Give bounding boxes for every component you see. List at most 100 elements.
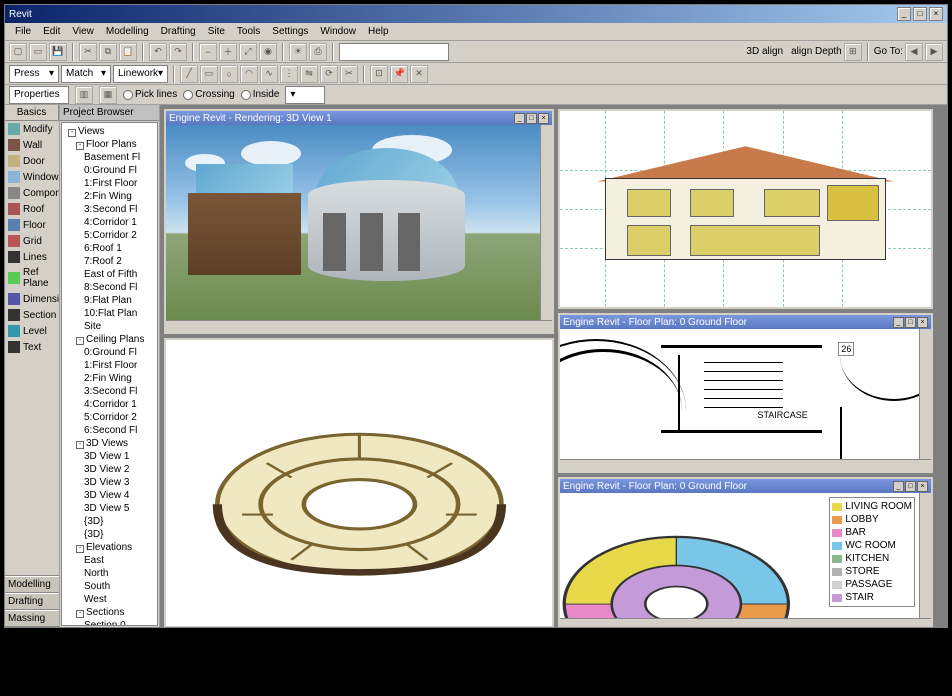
viewport-max-icon[interactable]: □	[526, 113, 537, 124]
palette-item-lines[interactable]: Lines	[5, 249, 59, 265]
viewport-min-icon[interactable]: _	[514, 113, 525, 124]
array-tool-icon[interactable]: ⋮	[280, 65, 298, 83]
viewport-min-icon[interactable]: _	[893, 317, 904, 328]
viewport-close-icon[interactable]: ×	[917, 317, 928, 328]
tree-node[interactable]: 6:Roof 1	[64, 242, 155, 255]
rotate-tool-icon[interactable]: ⟳	[320, 65, 338, 83]
tree-node[interactable]: 7:Roof 2	[64, 255, 155, 268]
palette-item-ref-plane[interactable]: Ref Plane	[5, 265, 59, 291]
palette-tab-drafting[interactable]: Drafting	[5, 593, 59, 610]
palette-tab-massing[interactable]: Massing	[5, 610, 59, 627]
group-tool-icon[interactable]: ⊡	[370, 65, 388, 83]
goto-combo[interactable]	[339, 43, 449, 61]
tree-node[interactable]: West	[64, 593, 155, 606]
cut-icon[interactable]: ✂	[79, 43, 97, 61]
tree-node[interactable]: Basement Fl	[64, 151, 155, 164]
undo-icon[interactable]: ↶	[149, 43, 167, 61]
palette-item-door[interactable]: Door	[5, 153, 59, 169]
menu-file[interactable]: File	[9, 26, 37, 37]
menu-site[interactable]: Site	[202, 26, 231, 37]
tree-node[interactable]: 3D View 3	[64, 476, 155, 489]
tree-node[interactable]: 5:Corridor 2	[64, 411, 155, 424]
save-icon[interactable]: 💾	[49, 43, 67, 61]
line-tool-icon[interactable]: ╱	[180, 65, 198, 83]
radio-inside[interactable]: Inside	[241, 89, 280, 100]
spline-tool-icon[interactable]: ∿	[260, 65, 278, 83]
zoom-out-icon[interactable]: −	[199, 43, 217, 61]
tree-node[interactable]: 3:Second Fl	[64, 385, 155, 398]
tree-node[interactable]: -Elevations	[64, 541, 155, 554]
menu-settings[interactable]: Settings	[266, 26, 314, 37]
scrollbar-horizontal[interactable]	[166, 320, 552, 332]
redo-icon[interactable]: ↷	[169, 43, 187, 61]
palette-item-grid[interactable]: Grid	[5, 233, 59, 249]
tree-node[interactable]: 9:Flat Plan	[64, 294, 155, 307]
tree-node[interactable]: -Views	[64, 125, 155, 138]
tree-node[interactable]: 3D View 1	[64, 450, 155, 463]
scrollbar-vertical[interactable]	[919, 329, 931, 459]
radio-pick-lines[interactable]: Pick lines	[123, 89, 177, 100]
scrollbar-horizontal[interactable]	[560, 618, 931, 627]
palette-item-dimension[interactable]: Dimension	[5, 291, 59, 307]
viewport-min-icon[interactable]: _	[893, 481, 904, 492]
tree-node[interactable]: Section 0	[64, 619, 155, 626]
floorplan-gf-canvas[interactable]: 26 STAIRCASE	[560, 329, 919, 459]
pin-tool-icon[interactable]: 📌	[390, 65, 408, 83]
zoom-in-icon[interactable]: ＋	[219, 43, 237, 61]
tree-node[interactable]: 2:Fin Wing	[64, 372, 155, 385]
view-3d-icon[interactable]: ◉	[259, 43, 277, 61]
properties-button[interactable]: Properties	[9, 86, 69, 104]
tree-node[interactable]: 5:Corridor 2	[64, 229, 155, 242]
tree-node[interactable]: 3D View 5	[64, 502, 155, 515]
tree-node[interactable]: Site	[64, 320, 155, 333]
mode-selector-2[interactable]: Linework▾	[113, 65, 168, 83]
tree-node[interactable]: 2:Fin Wing	[64, 190, 155, 203]
palette-item-level[interactable]: Level	[5, 323, 59, 339]
minimize-button[interactable]: _	[897, 7, 911, 21]
circle-tool-icon[interactable]: ○	[220, 65, 238, 83]
menu-help[interactable]: Help	[362, 26, 395, 37]
align-icon[interactable]: ⊞	[844, 43, 862, 61]
scrollbar-vertical[interactable]	[919, 493, 931, 618]
tree-node[interactable]: 0:Ground Fl	[64, 346, 155, 359]
new-file-icon[interactable]: ▢	[9, 43, 27, 61]
section-canvas[interactable]	[560, 111, 931, 307]
scrollbar-horizontal[interactable]	[560, 459, 931, 471]
tree-node[interactable]: -3D Views	[64, 437, 155, 450]
trim-tool-icon[interactable]: ✂	[340, 65, 358, 83]
project-browser-tree[interactable]: -Views-Floor PlansBasement Fl 0:Ground Fl…	[61, 122, 158, 626]
viewport-max-icon[interactable]: □	[905, 481, 916, 492]
rect-tool-icon[interactable]: ▭	[200, 65, 218, 83]
tree-node[interactable]: 3D View 2	[64, 463, 155, 476]
zoom-fit-icon[interactable]: ⤢	[239, 43, 257, 61]
tree-node[interactable]: 8:Second Fl	[64, 281, 155, 294]
menu-tools[interactable]: Tools	[231, 26, 266, 37]
maximize-button[interactable]: □	[913, 7, 927, 21]
palette-item-floor[interactable]: Floor	[5, 217, 59, 233]
menu-window[interactable]: Window	[314, 26, 362, 37]
render-icon[interactable]: ☀	[289, 43, 307, 61]
palette-item-window[interactable]: Window	[5, 169, 59, 185]
tree-node[interactable]: 3:Second Fl	[64, 203, 155, 216]
tree-node[interactable]: 3D View 4	[64, 489, 155, 502]
menu-edit[interactable]: Edit	[37, 26, 66, 37]
palette-item-section[interactable]: Section	[5, 307, 59, 323]
palette-tab-modelling[interactable]: Modelling	[5, 576, 59, 593]
tree-node[interactable]: 10:Flat Plan	[64, 307, 155, 320]
area-plan-canvas[interactable]: LIVING ROOMLOBBYBARWC ROOMKITCHENSTOREPA…	[560, 493, 919, 618]
close-button[interactable]: ×	[929, 7, 943, 21]
select-all-icon[interactable]: ▦	[99, 86, 117, 104]
scrollbar-vertical[interactable]	[540, 125, 552, 320]
3d-canvas[interactable]	[166, 340, 552, 626]
tree-node[interactable]: 4:Corridor 1	[64, 216, 155, 229]
tree-node[interactable]: -Ceiling Plans	[64, 333, 155, 346]
tree-node[interactable]: -Floor Plans	[64, 138, 155, 151]
palette-item-wall[interactable]: Wall	[5, 137, 59, 153]
arc-tool-icon[interactable]: ◠	[240, 65, 258, 83]
type-selector[interactable]: Press▾	[9, 65, 59, 83]
tree-node[interactable]: -Sections	[64, 606, 155, 619]
rendering-canvas[interactable]	[166, 125, 540, 320]
tree-node[interactable]: East of Fifth	[64, 268, 155, 281]
viewport-close-icon[interactable]: ×	[538, 113, 549, 124]
print-icon[interactable]: ⎙	[309, 43, 327, 61]
